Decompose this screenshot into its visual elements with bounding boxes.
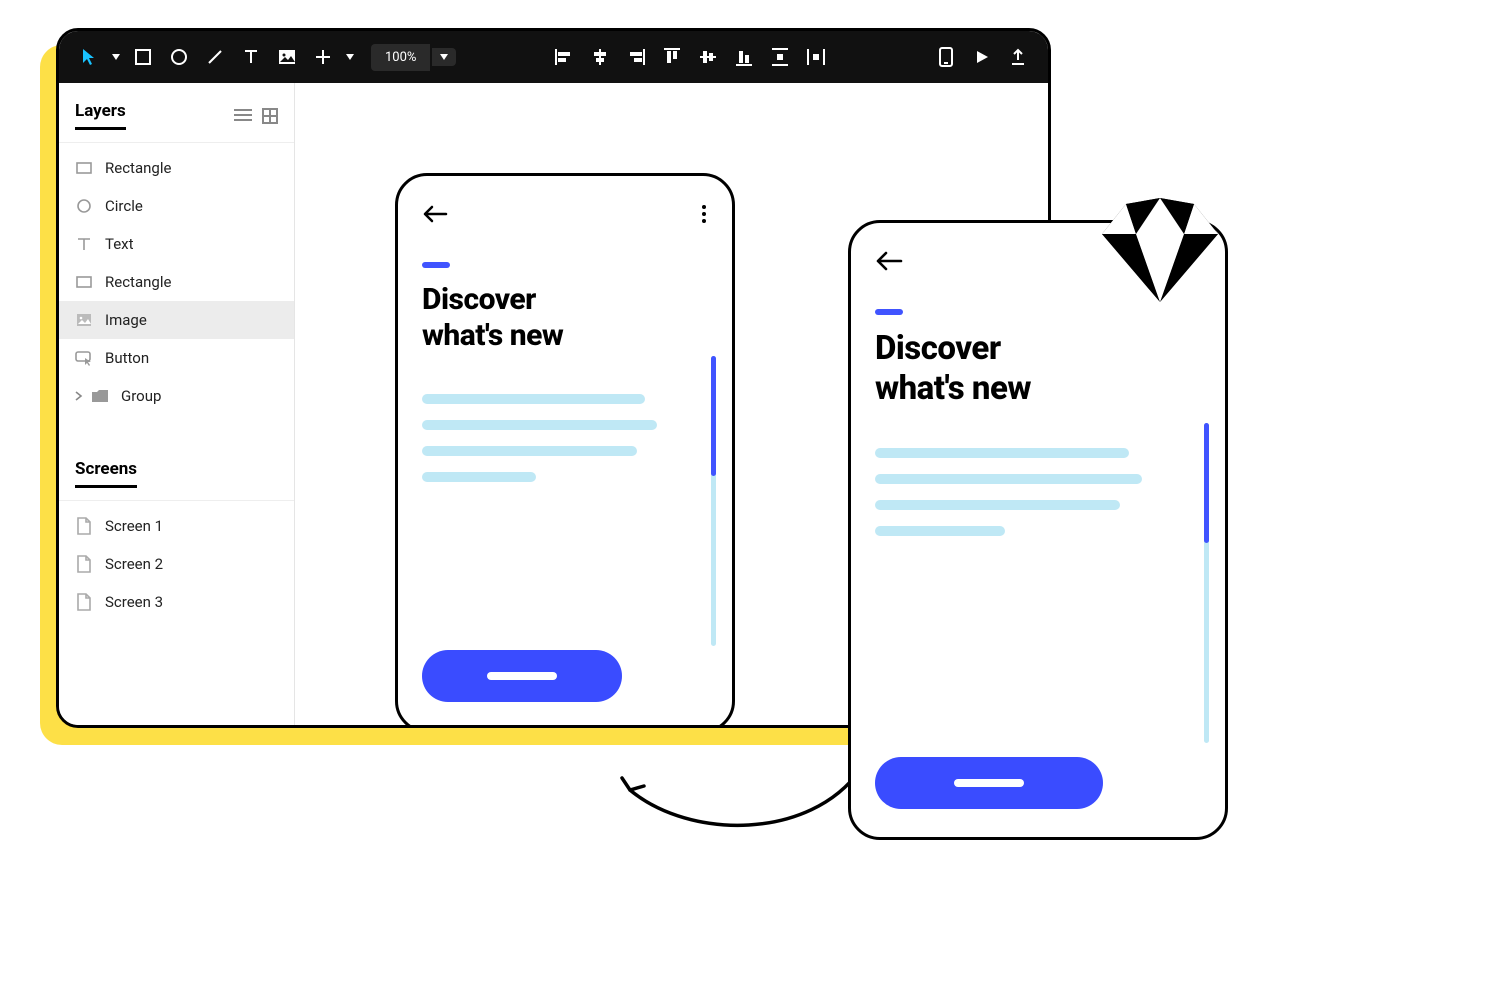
placeholder-text — [422, 394, 708, 482]
button-icon — [75, 349, 93, 367]
list-view-icon[interactable] — [234, 108, 252, 124]
ellipse-tool[interactable] — [161, 39, 197, 75]
export-icon[interactable] — [1000, 39, 1036, 75]
zoom-value: 100% — [371, 44, 430, 71]
layer-label: Image — [105, 311, 147, 329]
layer-label: Group — [121, 387, 161, 405]
back-arrow-icon[interactable] — [422, 205, 448, 223]
image-tool[interactable] — [269, 39, 305, 75]
circle-icon — [75, 197, 93, 215]
page-icon — [75, 517, 93, 535]
artboard-phone-1[interactable]: Discoverwhat's new — [395, 173, 735, 728]
text-tool[interactable] — [233, 39, 269, 75]
add-tool-dropdown[interactable] — [341, 39, 359, 75]
layers-list: Rectangle Circle Text Rectangle Image — [59, 142, 294, 421]
exported-headline: Discoverwhat's new — [875, 329, 1201, 408]
layers-panel-title: Layers — [75, 101, 126, 130]
layer-label: Text — [105, 235, 134, 253]
zoom-dropdown-icon[interactable] — [432, 48, 456, 66]
cta-label-placeholder — [487, 672, 557, 680]
back-arrow-icon[interactable] — [875, 251, 903, 271]
scrollbar-thumb[interactable] — [711, 356, 716, 476]
screen-label: Screen 1 — [105, 517, 163, 535]
cta-button[interactable] — [422, 650, 622, 702]
screen-item-3[interactable]: Screen 3 — [59, 583, 294, 621]
select-tool[interactable] — [71, 39, 107, 75]
scrollbar[interactable] — [1204, 423, 1209, 743]
rectangle-tool[interactable] — [125, 39, 161, 75]
scrollbar[interactable] — [711, 356, 716, 646]
distribute-v-icon[interactable] — [762, 39, 798, 75]
align-center-v-icon[interactable] — [690, 39, 726, 75]
rectangle-icon — [75, 159, 93, 177]
screen-label: Screen 2 — [105, 555, 163, 573]
add-tool[interactable] — [305, 39, 341, 75]
screen-label: Screen 3 — [105, 593, 163, 611]
align-right-icon[interactable] — [618, 39, 654, 75]
layer-item-rectangle-2[interactable]: Rectangle — [59, 263, 294, 301]
chevron-right-icon — [75, 391, 85, 401]
layer-label: Button — [105, 349, 149, 367]
device-preview-icon[interactable] — [928, 39, 964, 75]
layer-item-image[interactable]: Image — [59, 301, 294, 339]
export-arrow-icon — [610, 760, 870, 850]
scrollbar-thumb[interactable] — [1204, 423, 1209, 543]
layer-item-text[interactable]: Text — [59, 225, 294, 263]
layer-label: Rectangle — [105, 273, 171, 291]
distribute-h-icon[interactable] — [798, 39, 834, 75]
align-center-h-icon[interactable] — [582, 39, 618, 75]
layer-item-button[interactable]: Button — [59, 339, 294, 377]
line-tool[interactable] — [197, 39, 233, 75]
layer-item-circle[interactable]: Circle — [59, 187, 294, 225]
screen-item-1[interactable]: Screen 1 — [59, 507, 294, 545]
layer-label: Rectangle — [105, 159, 171, 177]
play-preview-icon[interactable] — [964, 39, 1000, 75]
screens-list: Screen 1 Screen 2 Screen 3 — [59, 500, 294, 627]
sidebar: Layers Rectangle Circle Text — [59, 83, 295, 725]
zoom-control[interactable]: 100% — [371, 42, 456, 72]
cta-label-placeholder — [954, 779, 1024, 787]
cta-button[interactable] — [875, 757, 1103, 809]
exported-phone-preview: Discoverwhat's new — [848, 220, 1228, 840]
layer-item-group[interactable]: Group — [59, 377, 294, 415]
image-icon — [75, 311, 93, 329]
layer-item-rectangle[interactable]: Rectangle — [59, 149, 294, 187]
layer-label: Circle — [105, 197, 143, 215]
align-bottom-icon[interactable] — [726, 39, 762, 75]
align-top-icon[interactable] — [654, 39, 690, 75]
screen-item-2[interactable]: Screen 2 — [59, 545, 294, 583]
toolbar: 100% — [59, 31, 1048, 83]
more-menu-icon[interactable] — [702, 205, 708, 223]
grid-view-icon[interactable] — [262, 108, 278, 124]
accent-bar — [875, 309, 903, 315]
text-icon — [75, 235, 93, 253]
rectangle-icon — [75, 273, 93, 291]
placeholder-text — [875, 448, 1201, 536]
page-icon — [75, 593, 93, 611]
align-left-icon[interactable] — [546, 39, 582, 75]
sketch-logo-icon — [1100, 196, 1220, 306]
accent-bar — [422, 262, 450, 268]
artboard-headline: Discoverwhat's new — [422, 282, 708, 354]
screens-panel-title: Screens — [75, 459, 137, 488]
select-tool-dropdown[interactable] — [107, 39, 125, 75]
page-icon — [75, 555, 93, 573]
folder-icon — [91, 387, 109, 405]
